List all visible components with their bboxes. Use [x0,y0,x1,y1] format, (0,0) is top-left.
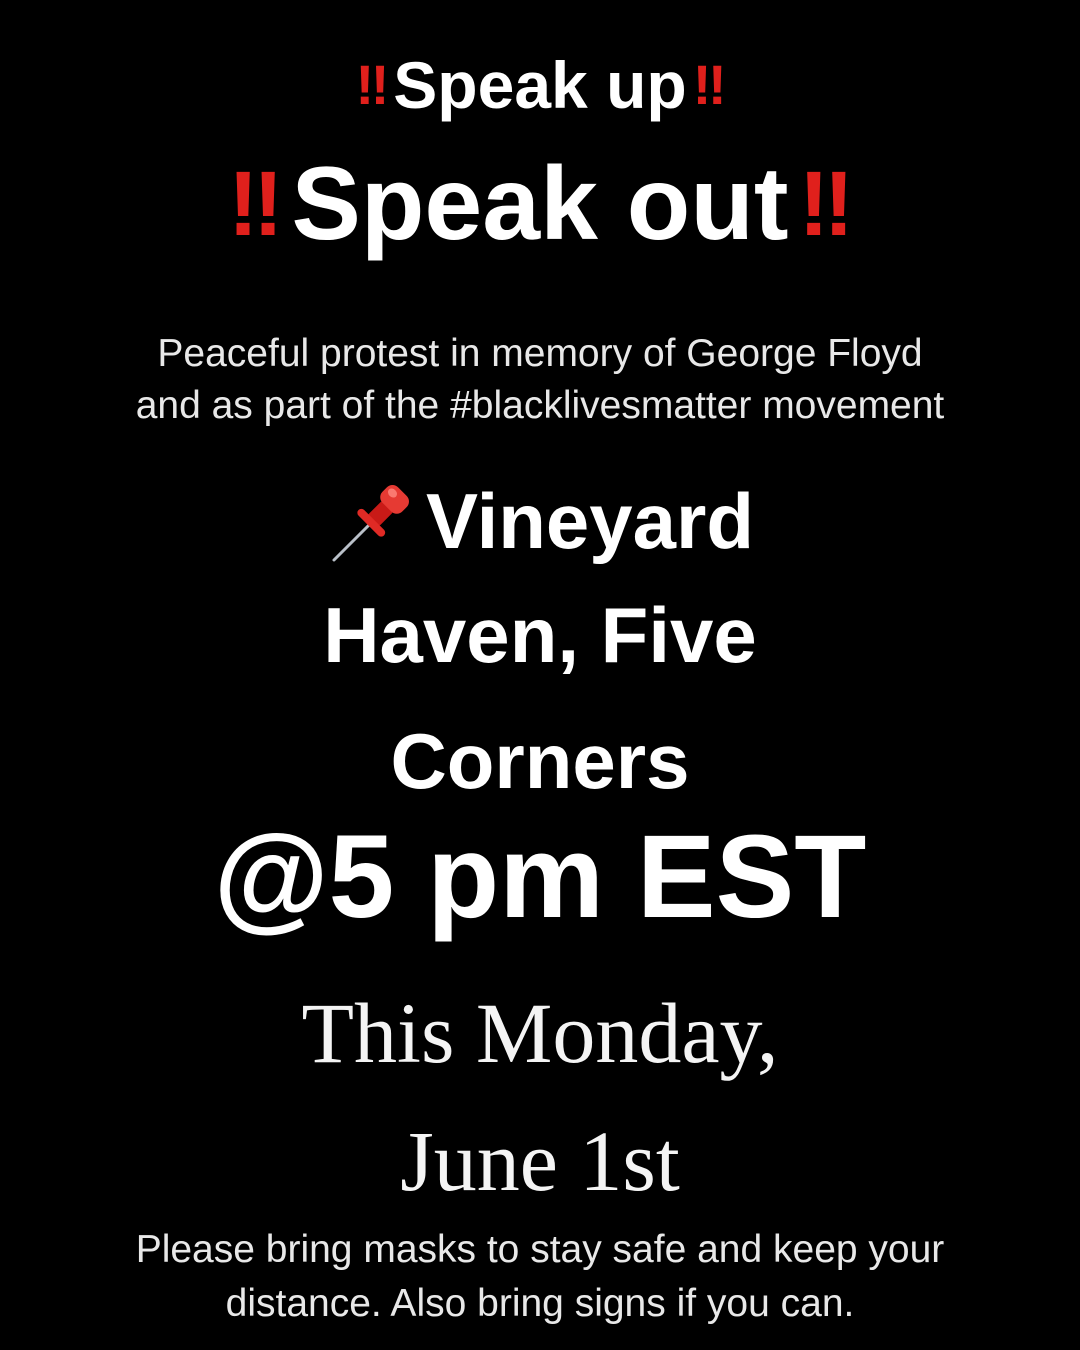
description-line-1: Peaceful protest in memory of George Flo… [157,332,923,375]
double-exclamation-icon: ‼ [798,153,855,255]
event-time: @5 pm EST [213,811,867,943]
footer-note-line-2: distance. Also bring signs if you can. [225,1282,855,1325]
event-date-line-2: June 1st [400,1113,680,1209]
double-exclamation-icon: ‼ [355,53,389,116]
protest-flyer: ‼Speak up ‼ ‼Speak out ‼ Peaceful protest … [0,0,1080,1350]
event-date-line-1: This Monday, [301,985,779,1081]
location-line-2: Haven, Five [323,591,757,679]
headline-speak-out-text: Speak out [291,146,789,262]
location-line-1: Vineyard [0,470,1080,566]
pushpin-icon [326,470,422,566]
footer-note-line-1: Please bring masks to stay safe and keep… [135,1228,945,1271]
headline-speak-up-text: Speak up [393,48,687,122]
description-line-2: and as part of the #blacklivesmatter mov… [135,384,945,427]
headline-speak-up: ‼Speak up ‼ [0,52,1080,118]
double-exclamation-icon: ‼ [692,53,727,116]
location-line-1-text: Vineyard [425,477,755,565]
double-exclamation-icon: ‼ [227,153,284,255]
location-line-3: Corners [390,717,690,805]
headline-speak-out: ‼Speak out ‼ [0,152,1080,256]
